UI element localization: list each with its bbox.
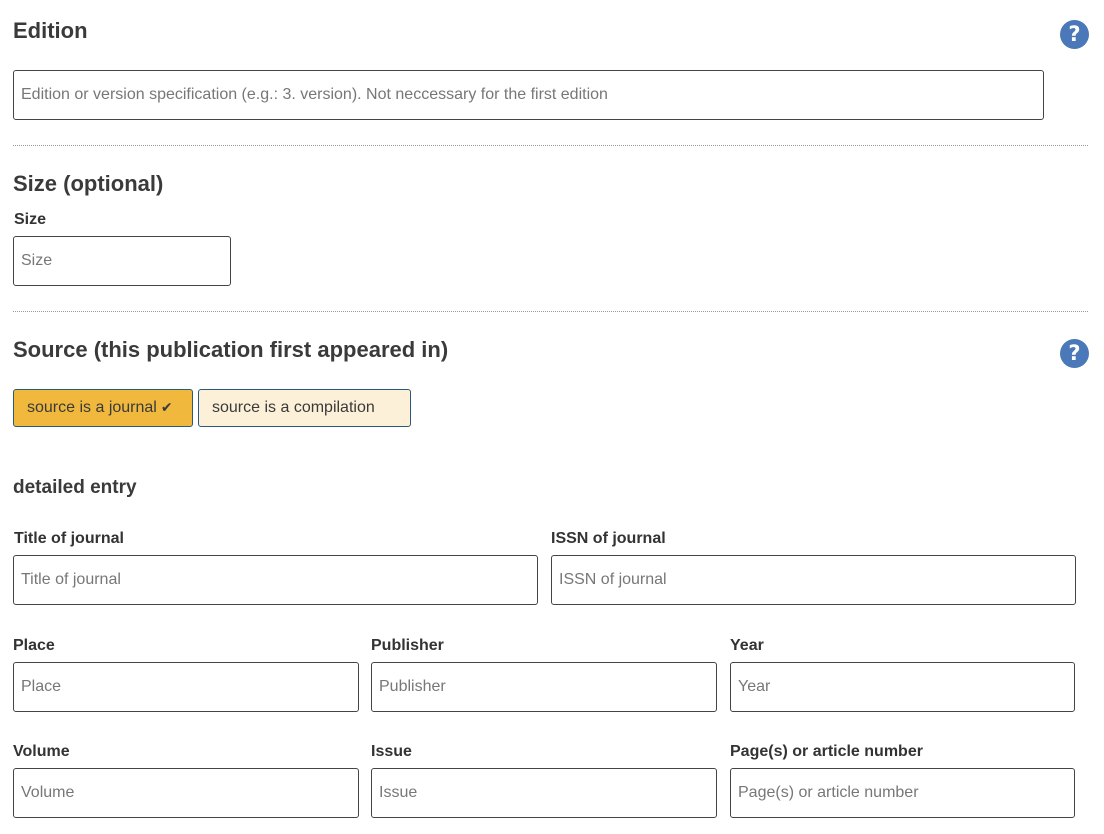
publisher-label: Publisher [371,637,444,654]
place-label: Place [13,637,55,654]
edition-input[interactable] [13,70,1044,120]
section-divider [13,311,1088,312]
source-journal-toggle[interactable]: source is a journal ✔ [13,389,193,427]
issn-label: ISSN of journal [551,530,666,547]
issue-input[interactable] [371,768,717,818]
source-compilation-toggle-label: source is a compilation [212,399,375,416]
issn-input[interactable] [551,555,1076,605]
edition-help-question-icon[interactable]: ? [1060,20,1089,49]
source-help-question-icon[interactable]: ? [1060,339,1089,368]
source-journal-toggle-label: source is a journal [27,399,157,416]
source-compilation-toggle[interactable]: source is a compilation [198,389,411,427]
pages-label: Page(s) or article number [730,743,923,760]
pages-input[interactable] [730,768,1075,818]
year-input[interactable] [730,662,1075,712]
journal-title-label: Title of journal [14,530,124,547]
detailed-entry-heading: detailed entry [13,477,137,498]
volume-label: Volume [13,743,70,760]
volume-input[interactable] [13,768,359,818]
size-input[interactable] [13,236,231,286]
source-title: Source (this publication first appeared … [13,337,449,362]
size-title: Size (optional) [13,171,164,196]
issue-label: Issue [371,743,412,760]
journal-title-input[interactable] [13,555,538,605]
section-divider [13,145,1088,146]
size-label: Size [14,211,47,228]
edition-title: Edition [13,18,88,43]
checkmark-icon: ✔ [160,400,173,416]
year-label: Year [730,637,764,654]
publisher-input[interactable] [371,662,717,712]
place-input[interactable] [13,662,359,712]
